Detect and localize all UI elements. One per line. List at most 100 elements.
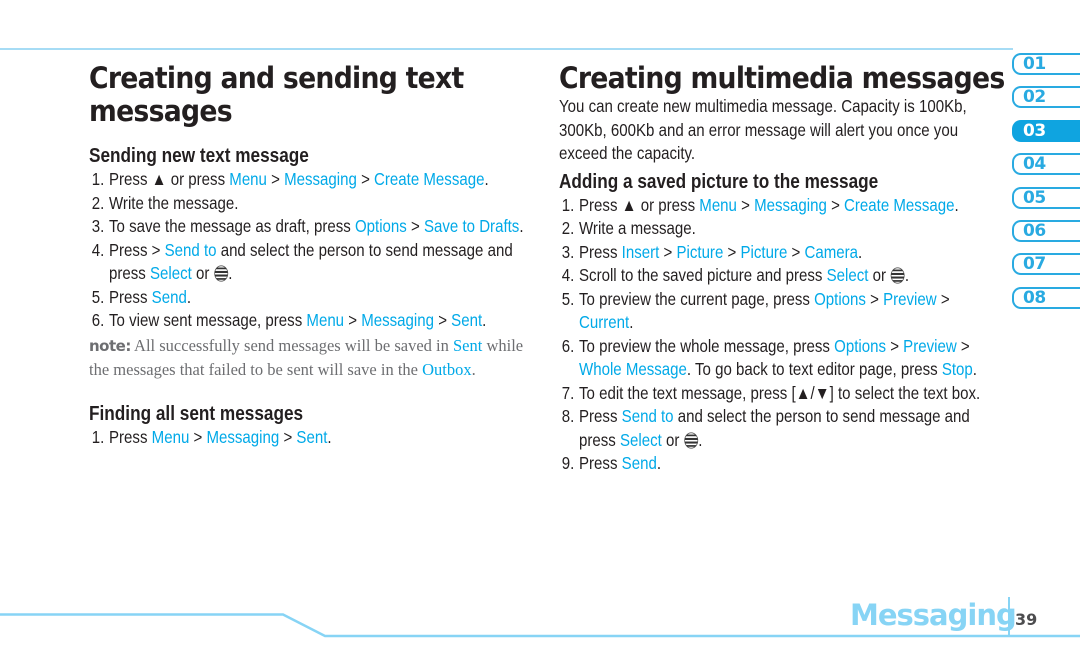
step-text: >: [723, 241, 741, 262]
key-term: Options: [814, 288, 866, 309]
step-number: 4.: [91, 239, 105, 260]
step-item: 1. Press ▲ or press Menu > Messaging > Cr…: [79, 168, 529, 192]
left-column: Creating and sending text messages Sendi…: [89, 62, 529, 449]
step-text: To preview the whole message, press: [579, 335, 835, 356]
step-text: To edit the text message, press [▲/▼] to…: [579, 382, 981, 403]
step-text: .: [327, 426, 332, 447]
step-number: 5.: [561, 288, 575, 309]
key-term: Select: [619, 429, 662, 450]
chapter-tab-05[interactable]: 05: [1012, 186, 1080, 209]
step-text: Write a message.: [579, 218, 696, 238]
chapter-tabs: 01 02 03 04 05 06 07 08: [1012, 53, 1080, 320]
step-text: >: [434, 310, 452, 330]
chapter-tab-label: 07: [1023, 254, 1046, 275]
chapter-tab-label: 08: [1023, 287, 1046, 308]
key-term: Picture: [740, 241, 788, 262]
step-text: >: [659, 241, 677, 262]
chapter-tab-04[interactable]: 04: [1012, 153, 1080, 176]
step-item: 1. Press Menu > Messaging > Sent.: [79, 426, 529, 450]
att-globe-icon: [213, 265, 229, 282]
step-text: .: [954, 194, 959, 215]
step-text: .: [482, 310, 487, 330]
chapter-tab-07[interactable]: 07: [1012, 253, 1080, 276]
chapter-tab-08[interactable]: 08: [1012, 286, 1080, 309]
key-term: Create Message: [844, 194, 955, 215]
steps-list-sending: 1. Press ▲ or press Menu > Messaging > Cr…: [79, 168, 529, 333]
key-term: Messaging: [206, 426, 280, 447]
key-term: Select: [826, 265, 869, 285]
chapter-tab-02[interactable]: 02: [1012, 86, 1080, 109]
step-text: Press: [579, 453, 622, 473]
step-text: >: [865, 288, 884, 309]
footer-separator: [1008, 597, 1010, 636]
step-text: .: [972, 359, 977, 379]
step-item: 9. Press Send.: [549, 452, 999, 476]
chapter-tab-01[interactable]: 01: [1012, 53, 1080, 75]
step-number: 9.: [561, 453, 575, 473]
step-item: 5. Press Send.: [79, 286, 529, 310]
key-term: Outbox: [422, 360, 472, 379]
step-text: or: [661, 429, 684, 450]
title-line-1: Creating and sending text: [89, 61, 464, 95]
chapter-tab-label: 05: [1023, 187, 1046, 208]
step-text: Press: [109, 286, 152, 307]
step-content: 5. Press Send.: [92, 286, 528, 310]
step-text: >: [956, 335, 970, 356]
step-text: Write the message.: [109, 192, 239, 213]
step-content: 2. Write a message.: [562, 217, 998, 241]
step-number: 1.: [91, 169, 105, 189]
step-content: 2. Write the message.: [92, 192, 528, 216]
step-item: 4. Scroll to the saved picture and press …: [549, 264, 999, 288]
step-text: >: [736, 194, 755, 215]
step-content: 1. Press Menu > Messaging > Sent.: [92, 426, 528, 450]
key-term: Select: [149, 263, 192, 283]
step-text: .: [629, 312, 634, 332]
step-content: 7. To edit the text message, press [▲/▼] …: [562, 382, 998, 406]
step-text: .: [519, 216, 524, 236]
step-text: .: [858, 241, 863, 262]
step-text: .: [656, 453, 662, 473]
step-item: 7. To edit the text message, press [▲/▼] …: [549, 382, 999, 406]
step-text: >: [886, 335, 904, 356]
key-term: Messaging: [361, 310, 435, 330]
step-content: 6. To view sent message, press Menu > Mes…: [92, 309, 528, 333]
chapter-tab-label: 02: [1023, 87, 1046, 108]
key-term: Menu: [151, 426, 190, 447]
key-term: Send to: [621, 406, 674, 426]
chapter-tab-label: 04: [1023, 154, 1046, 175]
key-term: Stop: [941, 359, 973, 379]
step-text: Press: [109, 426, 152, 447]
top-rule: [0, 48, 1013, 50]
step-number: 1.: [561, 194, 575, 215]
att-globe-icon: [683, 431, 699, 449]
step-content: 1. Press ▲ or press Menu > Messaging > Cr…: [562, 194, 998, 218]
chapter-tab-label: 06: [1023, 220, 1046, 241]
step-item: 8. Press Send to and select the person to…: [549, 405, 999, 452]
step-number: 6.: [561, 335, 575, 356]
step-text: >: [344, 310, 362, 330]
key-term: Messaging: [284, 169, 357, 189]
key-term: Preview: [903, 335, 957, 356]
step-text: .: [228, 263, 233, 283]
intro-text: You can create new multimedia message. C…: [559, 95, 999, 166]
step-number: 2.: [91, 192, 105, 213]
step-text: Press ▲ or press: [579, 194, 700, 215]
intro-paragraph: You can create new multimedia message. C…: [559, 96, 967, 163]
step-text: .: [471, 360, 476, 379]
key-term: Options: [834, 335, 887, 356]
key-term: Sent: [296, 426, 328, 447]
chapter-tab-06[interactable]: 06: [1012, 219, 1080, 242]
step-text: To save the message as draft, press: [109, 216, 355, 236]
step-text: To preview the current page, press: [579, 288, 815, 309]
steps-list-finding: 1. Press Menu > Messaging > Sent.: [79, 426, 529, 450]
step-item: 5. To preview the current page, press Opt…: [549, 288, 999, 335]
step-number: 8.: [561, 406, 575, 426]
chapter-tab-label: 03: [1023, 120, 1046, 141]
key-term: Camera: [804, 241, 859, 262]
step-item: 6. To view sent message, press Menu > Mes…: [79, 309, 529, 333]
step-content: 4. Scroll to the saved picture and press …: [562, 264, 998, 288]
step-item: 3. Press Insert > Picture > Picture > Cam…: [549, 241, 999, 265]
step-text: .: [698, 429, 703, 450]
chapter-tab-03[interactable]: 03: [1012, 119, 1080, 142]
key-term: Preview: [883, 288, 937, 309]
